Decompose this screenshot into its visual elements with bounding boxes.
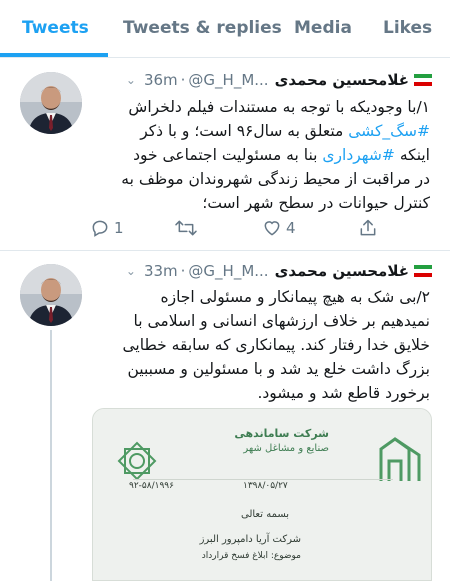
tab-tweets-replies[interactable]: Tweets & replies (123, 18, 282, 38)
tab-media[interactable]: Media (294, 18, 352, 38)
share-button[interactable] (358, 218, 378, 238)
company-name-line1: شرکت ساماندهی (234, 427, 329, 440)
tweet-text-line: در مراقبت از محیط زندگی شهروندان موظف به (85, 167, 430, 191)
tweet-header: ⌄ 33m · @G_H_M... غلامحسین محمدی (92, 259, 432, 283)
tweet-text-segment: متعلق به سال۹۶ است؛ و با ذکر (140, 122, 349, 140)
iran-flag-icon (414, 265, 432, 277)
thread-connector (50, 330, 52, 581)
tweet-text-line: ۱/با وجودیکه با توجه به مستندات فیلم دلخ… (85, 95, 430, 119)
document-subject: موضوع: ابلاغ فسخ قرارداد (201, 551, 301, 561)
document-number: ۹۲-۵۸/۱۹۹۶ (129, 481, 174, 491)
tweet-text: ۱/با وجودیکه با توجه به مستندات فیلم دلخ… (85, 95, 430, 215)
author-handle[interactable]: @G_H_M... (188, 262, 268, 280)
tweet-text-segment: کنترل حیوانات در سطح شهر است؛ (202, 194, 430, 212)
document-greeting: بسمه تعالی (241, 509, 290, 520)
author-name[interactable]: غلامحسین محمدی (275, 262, 409, 280)
hashtag-link[interactable]: #سگ_کشی (348, 122, 430, 140)
tweet-text-segment: بزرگ داشت خلع ید شد و با مسئولین و مسببی… (127, 360, 431, 378)
tweet-text-line: ۲/بی شک به هیچ پیمانکار و مسئولی اجازه (85, 285, 430, 309)
tweet-text: ۲/بی شک به هیچ پیمانکار و مسئولی اجازه نم… (85, 285, 431, 405)
author-handle[interactable]: @G_H_M... (188, 71, 268, 89)
avatar[interactable] (20, 72, 82, 134)
hashtag-link[interactable]: #شهرداری (322, 146, 395, 164)
tweet-header: ⌄ 36m · @G_H_M... غلامحسین محمدی (92, 68, 432, 92)
profile-tabs: Tweets Tweets & replies Media Likes (0, 0, 450, 58)
like-button[interactable]: 4 (262, 218, 296, 238)
letterhead-rule (133, 479, 393, 480)
tab-likes[interactable]: Likes (383, 18, 432, 38)
tweet-text-line: نمیدهیم بر خلاف ارزشهای انسانی و اسلامی … (85, 309, 430, 333)
tab-tweets[interactable]: Tweets (22, 18, 89, 38)
retweet-icon (175, 220, 197, 236)
chevron-down-icon[interactable]: ⌄ (126, 264, 136, 278)
tweet-text-line: برخورد قاطع شد و میشود. (85, 381, 430, 405)
tweet-text-segment: در مراقبت از محیط زندگی شهروندان موظف به (121, 170, 430, 188)
tweet-text-segment: اینکه (394, 146, 430, 164)
tweet-text-line: بزرگ داشت خلع ید شد و با مسئولین و مسببی… (85, 357, 431, 381)
tweet-text-line: کنترل حیوانات در سطح شهر است؛ (85, 191, 430, 215)
avatar-photo (20, 72, 82, 134)
tweet-actions: 1 4 (90, 216, 410, 240)
tweet-text-segment: ۲/بی شک به هیچ پیمانکار و مسئولی اجازه (160, 288, 430, 306)
author-name[interactable]: غلامحسین محمدی (275, 71, 409, 89)
reply-count: 1 (114, 219, 124, 237)
share-icon (360, 219, 376, 236)
avatar-photo (20, 264, 82, 326)
tweet-text-line: اینکه #شهرداری بنا به مسئولیت اجتماعی خو… (85, 143, 430, 167)
tweet-text-line: خلایق خدا رفتار کند. پیمانکاری که سابقه … (85, 333, 431, 357)
dot-separator: · (180, 262, 186, 280)
reply-icon (92, 220, 108, 237)
like-count: 4 (286, 219, 296, 237)
document-recipient: شرکت آریا دامپرور البرز (199, 534, 301, 545)
iran-flag-icon (414, 74, 432, 86)
reply-button[interactable]: 1 (90, 218, 124, 238)
tweet-divider (0, 250, 450, 251)
retweet-button[interactable] (174, 218, 202, 238)
document-date: ۱۳۹۸/۰۵/۲۷ (243, 481, 288, 491)
company-name-line2: صنایع و مشاغل شهر (243, 443, 329, 454)
chevron-down-icon[interactable]: ⌄ (126, 73, 136, 87)
active-tab-indicator (0, 53, 108, 57)
tweet-text-segment: نمیدهیم بر خلاف ارزشهای انسانی و اسلامی … (133, 312, 430, 330)
tweet-text-segment: ۱/با وجودیکه با توجه به مستندات فیلم دلخ… (128, 98, 430, 116)
dot-separator: · (180, 71, 186, 89)
tweet-time[interactable]: 36m (144, 71, 178, 89)
tweet-text-segment: خلایق خدا رفتار کند. پیمانکاری که سابقه … (122, 336, 431, 354)
tweet-text-segment: برخورد قاطع شد و میشود. (257, 384, 430, 402)
attached-document-image[interactable]: شرکت ساماندهی صنایع و مشاغل شهر ۱۳۹۸/۰۵/… (92, 408, 432, 581)
heart-icon (264, 221, 280, 236)
tweet-text-line: #سگ_کشی متعلق به سال۹۶ است؛ و با ذکر (85, 119, 430, 143)
tweet-time[interactable]: 33m (144, 262, 178, 280)
avatar[interactable] (20, 264, 82, 326)
tweet-text-segment: بنا به مسئولیت اجتماعی خود (133, 146, 323, 164)
